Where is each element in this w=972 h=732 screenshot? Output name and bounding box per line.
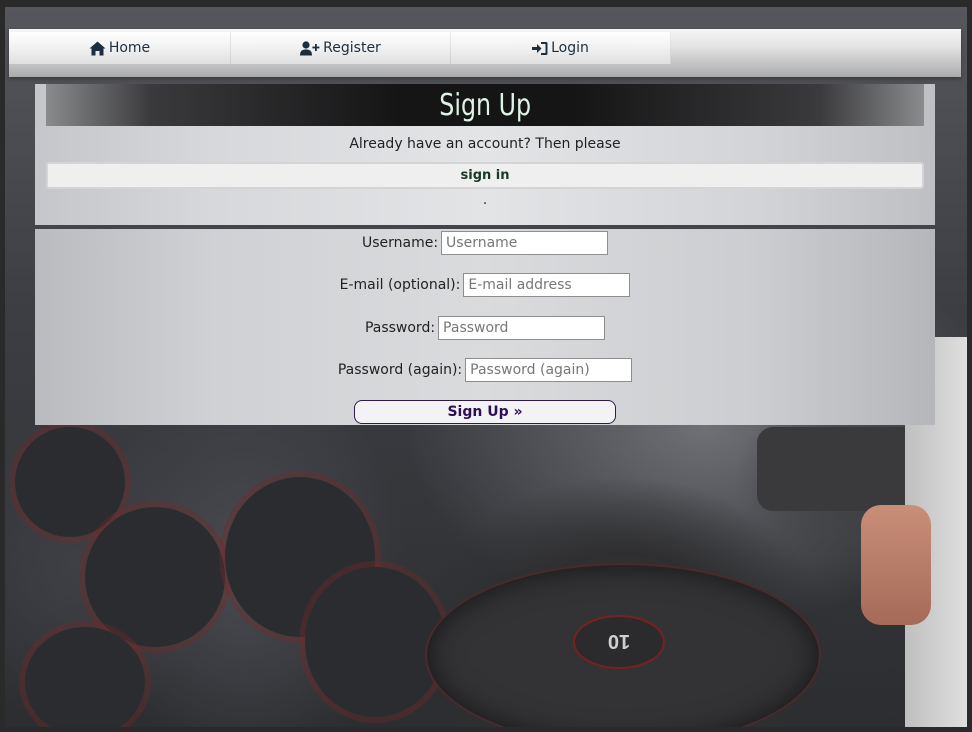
nav-register-label: Register bbox=[323, 40, 381, 56]
password-input[interactable] bbox=[438, 316, 606, 340]
background-plate-center: 10 bbox=[573, 615, 665, 669]
signup-header-panel: Sign Up Already have an account? Then pl… bbox=[35, 84, 935, 225]
password-again-input[interactable] bbox=[465, 358, 633, 382]
password-label: Password: bbox=[364, 320, 436, 336]
title-bar: Sign Up bbox=[46, 84, 924, 126]
username-label: Username: bbox=[361, 235, 439, 251]
page-title: Sign Up bbox=[439, 87, 531, 123]
password-row: Password: bbox=[35, 316, 935, 340]
background-dumbbell bbox=[15, 427, 125, 537]
email-input[interactable] bbox=[463, 273, 631, 297]
nav-home-label: Home bbox=[108, 40, 151, 56]
signup-form: Username: E-mail (optional): Password: P… bbox=[35, 229, 935, 425]
background-dumbbell bbox=[25, 627, 145, 727]
password-again-row: Password (again): bbox=[35, 358, 935, 382]
sign-up-button[interactable]: Sign Up » bbox=[354, 400, 616, 424]
nav-login[interactable]: Login bbox=[451, 32, 671, 64]
user-plus-icon bbox=[300, 40, 320, 55]
nav-login-label: Login bbox=[551, 40, 589, 56]
email-label: E-mail (optional): bbox=[339, 277, 461, 293]
password-again-label: Password (again): bbox=[337, 362, 463, 378]
nav-home[interactable]: Home bbox=[9, 32, 231, 64]
plate-label: 10 bbox=[607, 630, 631, 652]
background-dumbbell bbox=[305, 567, 445, 717]
nav-register[interactable]: Register bbox=[231, 32, 451, 64]
background-dumbbell bbox=[85, 507, 225, 647]
sign-in-icon bbox=[532, 41, 548, 55]
sign-in-link[interactable]: sign in bbox=[46, 162, 924, 189]
background-hand bbox=[861, 505, 931, 625]
period-text: . bbox=[482, 192, 488, 208]
email-row: E-mail (optional): bbox=[35, 273, 935, 297]
navbar: Home Register Login bbox=[9, 29, 961, 77]
already-account-text: Already have an account? Then please bbox=[349, 136, 621, 152]
home-icon bbox=[89, 41, 106, 55]
username-input[interactable] bbox=[441, 231, 609, 255]
username-row: Username: bbox=[35, 231, 935, 255]
